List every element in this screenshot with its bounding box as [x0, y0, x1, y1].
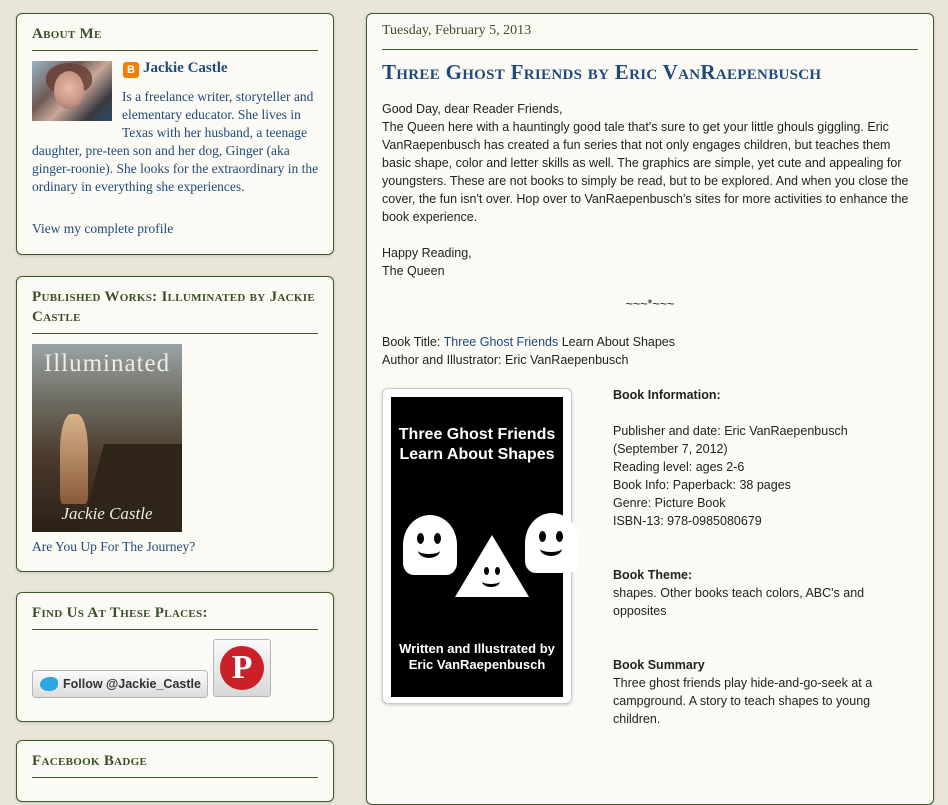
published-works-widget: Published Works: Illuminated by Jackie C… [16, 276, 334, 572]
publisher-line: Publisher and date: Eric VanRaepenbusch … [613, 424, 848, 456]
isbn-line: ISBN-13: 978-0985080679 [613, 514, 762, 528]
find-us-title: Find Us At These Places: [32, 603, 318, 630]
pinterest-icon: P [220, 646, 264, 690]
pinterest-button[interactable]: P [213, 639, 271, 697]
find-us-widget: Find Us At These Places: Follow @Jackie_… [16, 592, 334, 722]
about-me-widget: About Me B Jackie Castle Is a freelance … [16, 13, 334, 255]
signoff-line-2: The Queen [382, 264, 445, 278]
summary-text: Three ghost friends play hide-and-go-see… [613, 676, 873, 726]
genre-line: Genre: Picture Book [613, 496, 726, 510]
theme-heading: Book Theme: [613, 568, 693, 582]
signoff-line-1: Happy Reading, [382, 246, 472, 260]
ghost-cover-title: Three Ghost Friends Learn About Shapes [398, 426, 556, 463]
illuminated-book-cover[interactable]: Illuminated Jackie Castle [32, 344, 182, 532]
post-date: Tuesday, February 5, 2013 [382, 23, 532, 38]
cover-title: Illuminated [43, 350, 171, 377]
book-info-line: Book Info: Paperback: 38 pages [613, 478, 791, 492]
profile-bio: Is a freelance writer, storyteller and e… [32, 89, 319, 194]
twitter-follow-label: Follow @Jackie_Castle [63, 677, 201, 691]
facebook-badge-widget: Facebook Badge [16, 740, 334, 802]
blog-post: Tuesday, February 5, 2013 Three Ghost Fr… [366, 13, 934, 805]
date-divider [382, 49, 918, 50]
facebook-badge-title: Facebook Badge [32, 751, 318, 778]
about-me-title: About Me [32, 24, 318, 51]
book-title-rest: Learn About Shapes [558, 335, 676, 349]
ghost-book-cover[interactable]: Three Ghost Friends Learn About Shapes W… [382, 388, 579, 704]
author-line: Author and Illustrator: Eric VanRaepenbu… [382, 353, 629, 367]
ghost-left-icon [403, 515, 457, 575]
profile-name-link[interactable]: Jackie Castle [143, 60, 228, 77]
ghost-right-icon [525, 513, 579, 573]
intro-paragraph: The Queen here with a hauntingly good ta… [382, 120, 909, 224]
book-meta: Book Title: Three Ghost Friends Learn Ab… [382, 333, 918, 369]
twitter-follow-button[interactable]: Follow @Jackie_Castle [32, 670, 208, 698]
separator: ~~~*~~~ [625, 297, 675, 311]
summary-heading: Book Summary [613, 658, 705, 672]
post-title-link[interactable]: Three Ghost Friends by Eric VanRaepenbus… [382, 60, 821, 85]
theme-text: shapes. Other books teach colors, ABC's … [613, 586, 865, 618]
cover-author: Jackie Castle [61, 504, 153, 523]
info-heading: Book Information: [613, 388, 721, 402]
book-information: Book Information: Publisher and date: Er… [613, 386, 913, 728]
post-intro: Good Day, dear Reader Friends, The Queen… [382, 100, 918, 280]
journey-link[interactable]: Are You Up For The Journey? [32, 539, 195, 555]
greeting-text: Good Day, dear Reader Friends, [382, 102, 563, 116]
reading-level-line: Reading level: ages 2-6 [613, 460, 745, 474]
blogger-icon: B [123, 62, 139, 78]
view-profile-link[interactable]: View my complete profile [32, 221, 173, 237]
book-title-label: Book Title: [382, 335, 444, 349]
ghost-cover-credit: Written and Illustrated by Eric VanRaepe… [399, 641, 555, 672]
book-title-link[interactable]: Three Ghost Friends [444, 335, 559, 349]
twitter-bird-icon [40, 677, 58, 691]
published-works-title: Published Works: Illuminated by Jackie C… [32, 287, 318, 334]
